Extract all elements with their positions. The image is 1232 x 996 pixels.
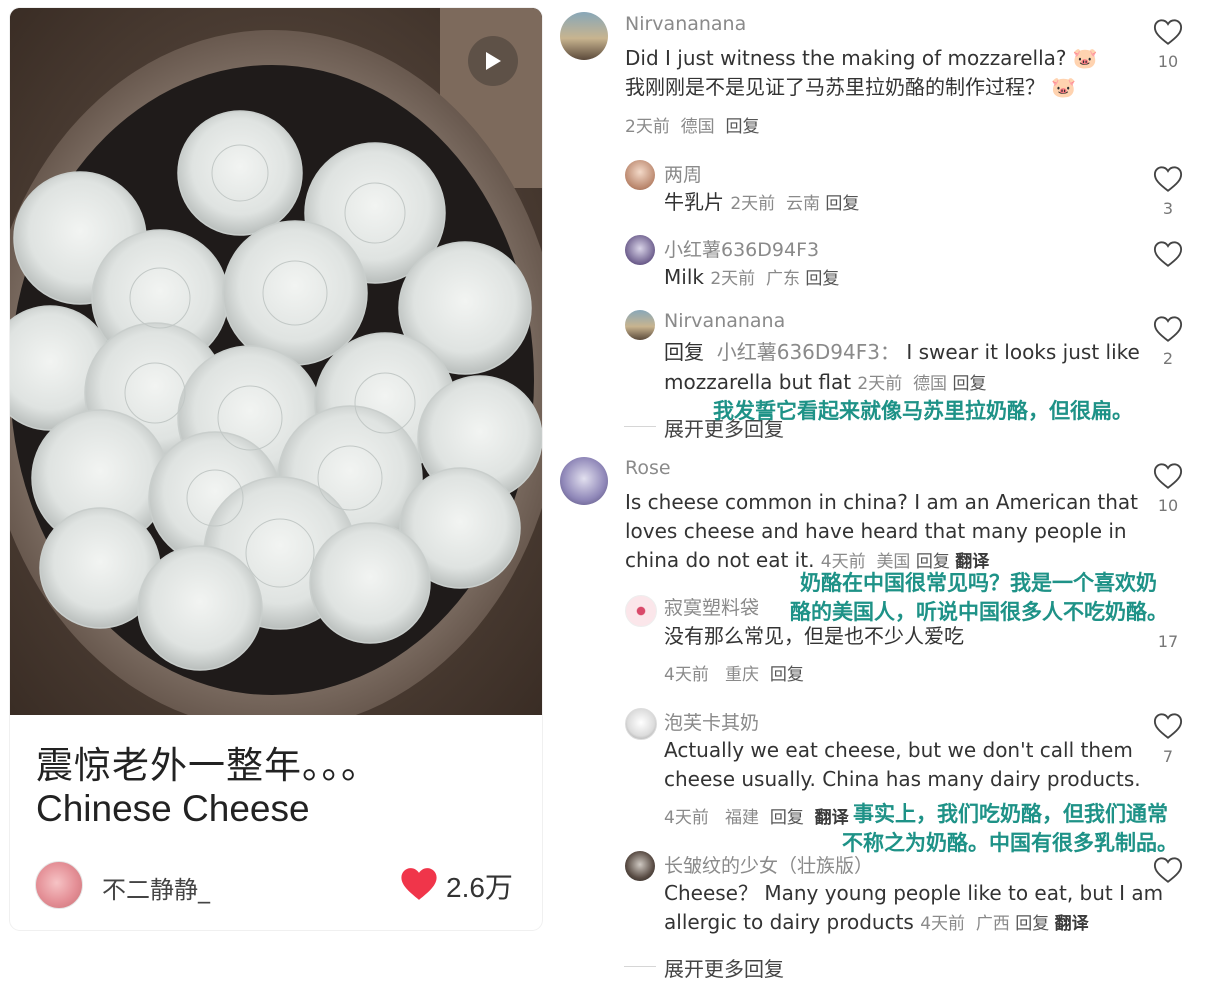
reply-text: Actually we eat cheese, but we don't cal… [664,738,1133,762]
author-avatar[interactable] [35,861,83,909]
comment-text: Did I just witness the making of mozzare… [625,46,1098,70]
reply-username[interactable]: 寂寞塑料袋 [664,593,759,620]
reply-text: 牛乳片 2天前 云南 回复 [664,190,860,214]
heart-outline-icon[interactable] [1153,712,1183,740]
heart-filled-icon[interactable] [400,867,438,901]
post-title: 震惊老外一整年。。。 [36,744,379,787]
reply-button[interactable]: 回复 [1015,914,1049,934]
comment-username[interactable]: Nirvananana [625,13,746,35]
translate-button[interactable]: 翻译 [1055,914,1089,934]
heart-outline-icon[interactable] [1153,856,1183,884]
reply-button[interactable]: 回复 [770,665,804,685]
pig-emoji-icon: 🐷 [1072,46,1098,70]
reply-text: 没有那么常见，但是也不少人爱吃 [664,624,964,648]
avatar[interactable] [560,12,608,60]
post-subtitle: Chinese Cheese [36,788,310,829]
post-like-count: 2.6万 [446,872,513,903]
comment-text: 我刚刚是不是见证了马苏里拉奶酪的制作过程？ 🐷 [625,75,1077,99]
expand-replies-button[interactable]: 展开更多回复 [664,953,784,982]
author-name[interactable]: 不二静静_ [102,870,210,905]
reply-text: Cheese？ Many young people like to eat, b… [664,881,1164,905]
reply-username[interactable]: 泡芙卡其奶 [664,708,759,735]
reply-text: allergic to dairy products 4天前 广西 回复 翻译 [664,910,1089,934]
reply-username[interactable]: 长皱纹的少女（壮族版） [664,851,873,878]
reply-username[interactable]: 两周 [664,160,702,187]
post-cover-image[interactable] [10,8,542,715]
translation-overlay: 事实上，我们吃奶酪，但我们通常 [853,802,1168,826]
translation-overlay: 奶酪在中国很常见吗？我是一个喜欢奶 [800,571,1157,595]
post-card[interactable]: 震惊老外一整年。。。 Chinese Cheese 不二静静_ 2.6万 [10,8,542,930]
like-count: 7 [1162,747,1174,766]
comment-text: Is cheese common in china? I am an Ameri… [625,490,1139,514]
like-count: 2 [1162,349,1174,368]
reply-text: cheese usually. China has many dairy pro… [664,767,1141,791]
like-count: 10 [1157,496,1179,515]
reply-meta: 4天前 重庆 回复 [664,665,804,685]
reply-button[interactable]: 回复 [825,194,859,214]
reply-text: 回复 小红薯636D94F3： I swear it looks just li… [664,340,1140,364]
heart-outline-icon[interactable] [1153,462,1183,490]
play-button[interactable] [468,36,518,86]
reply-username[interactable]: Nirvananana [664,310,785,332]
reply-button[interactable]: 回复 [805,269,839,289]
comment-meta: 2天前 德国 回复 [625,117,760,137]
reply-text: Milk 2天前 广东 回复 [664,265,840,289]
comment-username[interactable]: Rose [625,457,671,479]
avatar[interactable] [625,160,655,190]
reply-button[interactable]: 回复 [952,374,986,394]
avatar[interactable] [625,708,657,740]
reply-text: mozzarella but flat 2天前 德国 回复 [664,370,987,394]
reply-button[interactable]: 回复 [770,808,804,828]
translation-overlay: 不称之为奶酪。中国有很多乳制品。 [842,831,1178,855]
reply-button[interactable]: 回复 [725,117,759,137]
reply-meta: 4天前 福建 回复 翻译 [664,808,849,828]
like-count: 17 [1157,632,1179,651]
avatar[interactable] [560,457,608,505]
like-count: 3 [1162,199,1174,218]
reply-username[interactable]: 小红薯636D94F3 [664,235,819,262]
like-count: 10 [1157,52,1179,71]
divider [624,426,656,427]
comment-text: loves cheese and have heard that many pe… [625,519,1127,543]
avatar[interactable] [625,851,655,881]
pig-emoji-icon: 🐷 [1051,75,1077,99]
translation-overlay: 我发誓它看起来就像马苏里拉奶酪，但很扁。 [713,399,1133,423]
translate-button[interactable]: 翻译 [815,808,849,828]
heart-outline-icon[interactable] [1153,165,1183,193]
heart-outline-icon[interactable] [1153,240,1183,268]
avatar[interactable] [625,310,655,340]
heart-outline-icon[interactable] [1153,315,1183,343]
divider [624,966,656,967]
heart-outline-icon[interactable] [1153,18,1183,46]
play-icon [486,52,501,70]
avatar[interactable] [625,595,657,627]
avatar[interactable] [625,235,655,265]
